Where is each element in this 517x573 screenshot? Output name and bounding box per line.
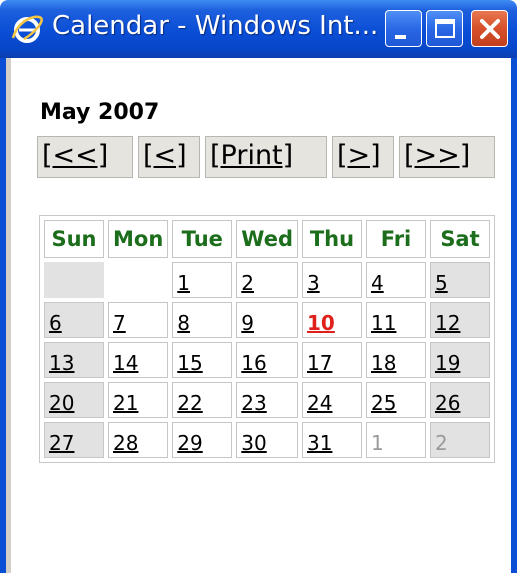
day-link[interactable]: 15	[177, 351, 202, 375]
day-cell-other-month: 1	[365, 422, 426, 458]
weekday-wed: Wed	[236, 220, 298, 258]
day-cell-empty	[44, 262, 104, 298]
prev-month-link[interactable]: [<]	[138, 136, 200, 178]
calendar-grid: Sun Mon Tue Wed Thu Fri Sat 1 2 3 4 5 6 …	[39, 215, 495, 463]
day-cell[interactable]: 1	[172, 262, 233, 298]
day-link[interactable]: 25	[371, 391, 396, 415]
day-link[interactable]: 2	[241, 271, 254, 295]
day-link[interactable]: 14	[113, 351, 138, 375]
title-bar[interactable]: Calendar - Windows Int...	[0, 0, 517, 58]
day-link[interactable]: 31	[307, 431, 332, 455]
day-link[interactable]: 16	[241, 351, 266, 375]
maximize-button[interactable]	[426, 10, 463, 47]
day-cell[interactable]: 15	[172, 342, 233, 378]
print-link[interactable]: [Print]	[205, 136, 327, 178]
weekday-sat: Sat	[429, 220, 490, 258]
day-link[interactable]: 12	[435, 311, 460, 335]
day-cell[interactable]: 14	[108, 342, 169, 378]
day-cell[interactable]: 28	[108, 422, 169, 458]
day-link[interactable]: 13	[49, 351, 74, 375]
close-button[interactable]	[471, 10, 508, 47]
next-month-link[interactable]: [>]	[332, 136, 394, 178]
day-link[interactable]: 26	[435, 391, 460, 415]
week-row: 20 21 22 23 24 25 26	[44, 382, 490, 418]
day-link[interactable]: 3	[307, 271, 320, 295]
day-cell[interactable]: 2	[236, 262, 298, 298]
day-cell[interactable]: 11	[365, 302, 426, 338]
day-cell-empty	[108, 262, 169, 298]
day-cell[interactable]: 18	[365, 342, 426, 378]
day-cell[interactable]: 19	[429, 342, 490, 378]
week-row: 13 14 15 16 17 18 19	[44, 342, 490, 378]
day-cell[interactable]: 21	[108, 382, 169, 418]
day-cell[interactable]: 12	[429, 302, 490, 338]
day-link[interactable]: 20	[49, 391, 74, 415]
window-frame-right	[511, 58, 517, 573]
window-frame-left-inner	[6, 58, 11, 573]
day-link[interactable]: 28	[113, 431, 138, 455]
day-link[interactable]: 29	[177, 431, 202, 455]
prev-year-link[interactable]: [<<]	[37, 136, 133, 178]
day-link[interactable]: 7	[113, 311, 126, 335]
week-row: 6 7 8 9 10 11 12	[44, 302, 490, 338]
day-link[interactable]: 19	[435, 351, 460, 375]
day-cell[interactable]: 5	[429, 262, 490, 298]
day-cell[interactable]: 24	[301, 382, 362, 418]
day-cell[interactable]: 25	[365, 382, 426, 418]
day-link[interactable]: 8	[177, 311, 190, 335]
weekday-fri: Fri	[365, 220, 426, 258]
day-link[interactable]: 23	[241, 391, 266, 415]
day-cell[interactable]: 13	[44, 342, 104, 378]
day-cell[interactable]: 26	[429, 382, 490, 418]
day-cell[interactable]: 7	[108, 302, 169, 338]
month-title: May 2007	[40, 100, 160, 125]
day-link[interactable]: 1	[177, 271, 190, 295]
day-link[interactable]: 6	[49, 311, 62, 335]
minimize-button[interactable]	[385, 10, 422, 47]
week-row: 1 2 3 4 5	[44, 262, 490, 298]
day-cell[interactable]: 27	[44, 422, 104, 458]
day-link[interactable]: 18	[371, 351, 396, 375]
day-cell-today[interactable]: 10	[301, 302, 362, 338]
window-title: Calendar - Windows Int...	[52, 11, 379, 41]
day-cell[interactable]: 22	[172, 382, 233, 418]
day-cell[interactable]: 8	[172, 302, 233, 338]
day-cell[interactable]: 29	[172, 422, 233, 458]
maximize-icon	[435, 19, 455, 38]
day-link[interactable]: 17	[307, 351, 332, 375]
weekday-tue: Tue	[172, 220, 233, 258]
day-cell[interactable]: 30	[236, 422, 298, 458]
day-link[interactable]: 5	[435, 271, 448, 295]
week-row: 27 28 29 30 31 1 2	[44, 422, 490, 458]
internet-explorer-icon	[11, 15, 43, 43]
day-link[interactable]: 4	[371, 271, 384, 295]
next-year-link[interactable]: [>>]	[399, 136, 495, 178]
weekday-sun: Sun	[44, 220, 104, 258]
day-link[interactable]: 9	[241, 311, 254, 335]
day-link[interactable]: 21	[113, 391, 138, 415]
close-icon	[480, 19, 500, 39]
day-link[interactable]: 11	[371, 311, 396, 335]
day-link[interactable]: 27	[49, 431, 74, 455]
day-link[interactable]: 22	[177, 391, 202, 415]
day-cell[interactable]: 23	[236, 382, 298, 418]
day-link[interactable]: 30	[241, 431, 266, 455]
day-cell[interactable]: 9	[236, 302, 298, 338]
day-cell[interactable]: 3	[301, 262, 362, 298]
day-cell-other-month: 2	[429, 422, 490, 458]
day-cell[interactable]: 6	[44, 302, 104, 338]
day-cell[interactable]: 31	[301, 422, 362, 458]
day-cell[interactable]: 4	[365, 262, 426, 298]
day-cell[interactable]: 16	[236, 342, 298, 378]
today-link[interactable]: 10	[307, 311, 335, 335]
weekday-thu: Thu	[301, 220, 362, 258]
day-link[interactable]: 24	[307, 391, 332, 415]
weekday-mon: Mon	[108, 220, 169, 258]
weekday-header-row: Sun Mon Tue Wed Thu Fri Sat	[44, 220, 490, 258]
day-cell[interactable]: 20	[44, 382, 104, 418]
minimize-icon	[395, 35, 406, 39]
day-cell[interactable]: 17	[301, 342, 362, 378]
